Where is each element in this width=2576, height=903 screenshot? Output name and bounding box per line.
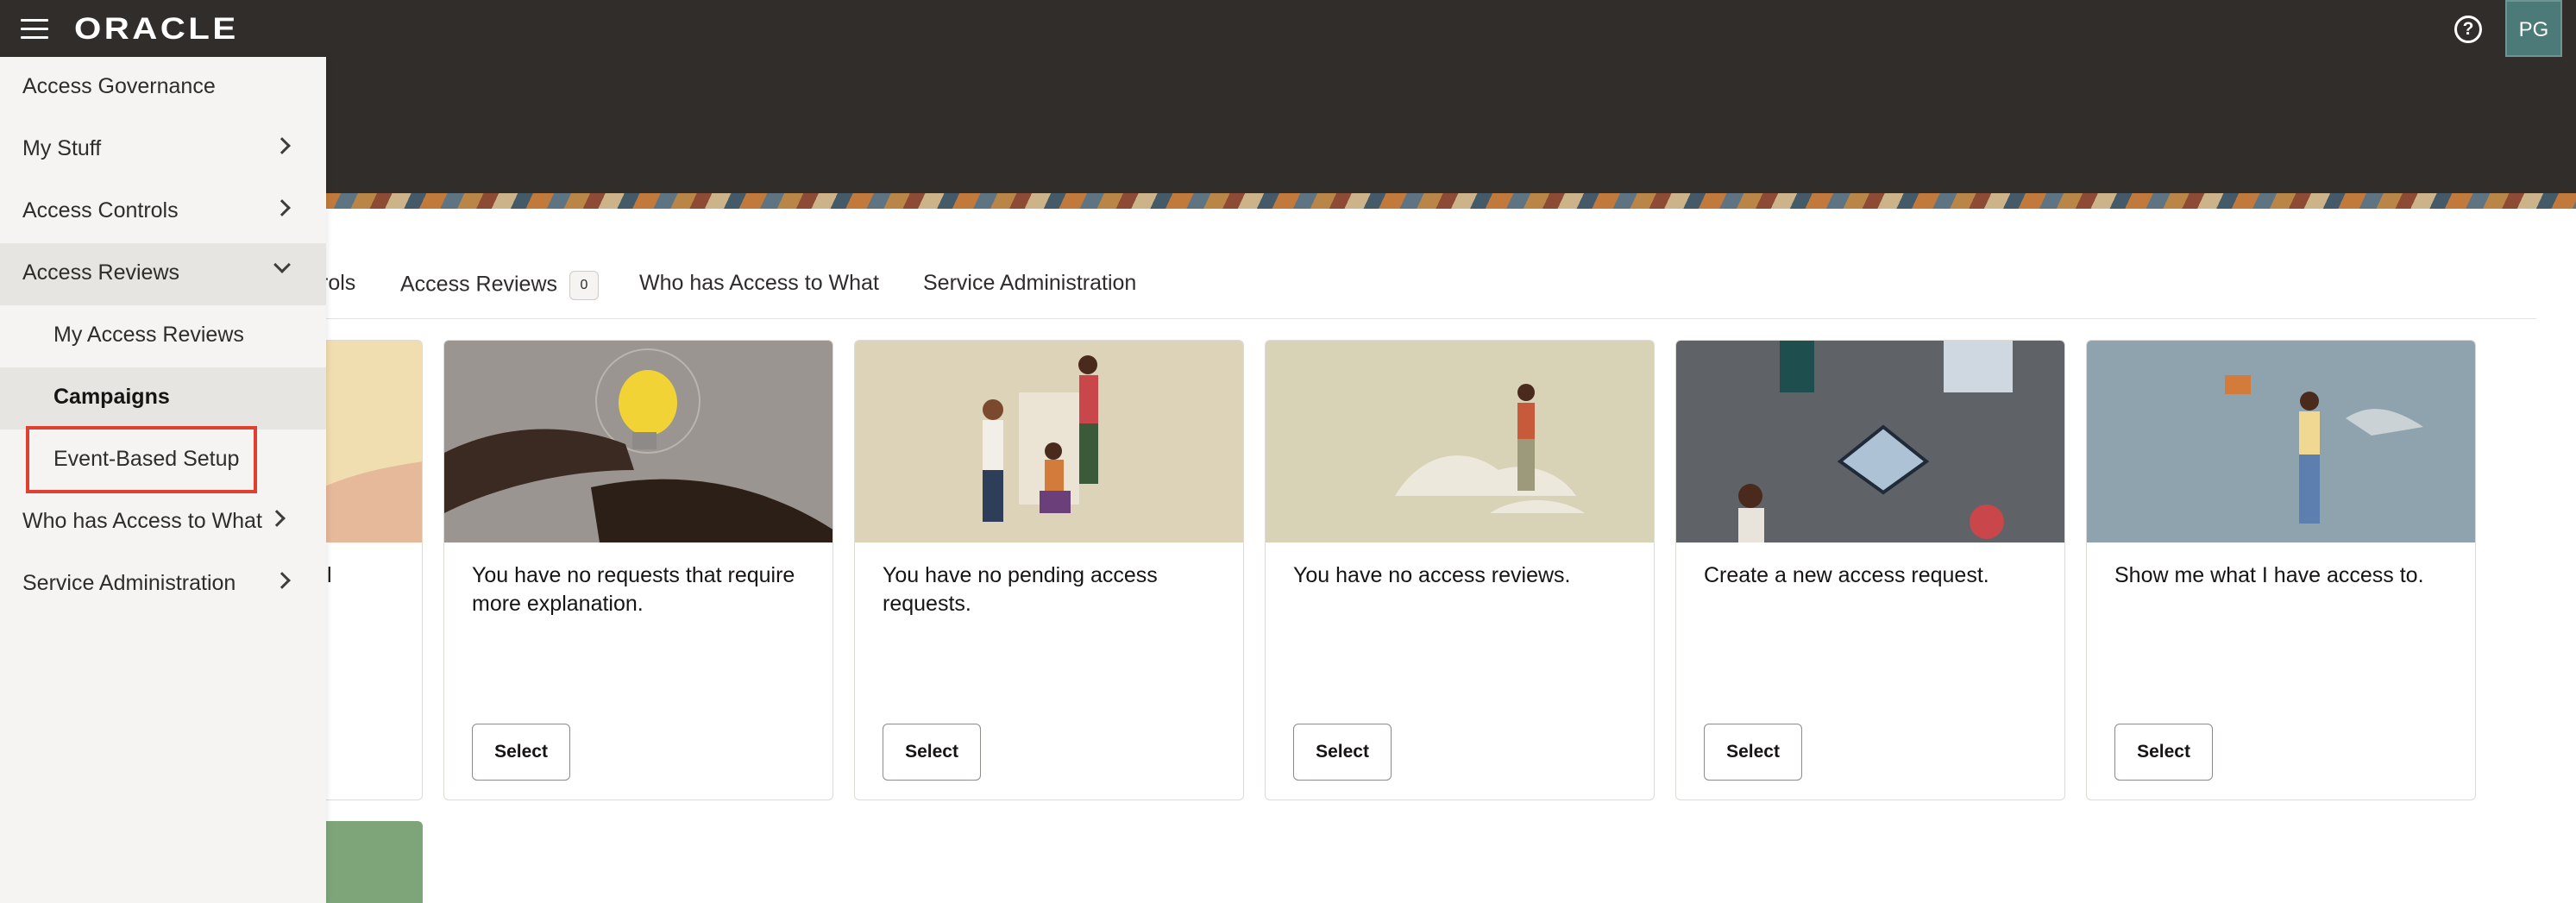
select-button[interactable]: Select bbox=[883, 724, 981, 781]
card-pending-requests: You have no pending access requests. Sel… bbox=[854, 340, 1244, 800]
nav-label: My Stuff bbox=[22, 136, 102, 160]
avatar[interactable]: PG bbox=[2505, 0, 2562, 57]
select-button[interactable]: Select bbox=[472, 724, 570, 781]
card-text: Create a new access request. bbox=[1704, 563, 1989, 587]
select-button[interactable]: Select bbox=[1293, 724, 1392, 781]
card-new-request: Create a new access request. Select bbox=[1675, 340, 2065, 800]
chevron-down-icon bbox=[273, 256, 291, 273]
select-button[interactable]: Select bbox=[1704, 724, 1802, 781]
highlight-box bbox=[26, 426, 257, 493]
nav-access-reviews[interactable]: Access Reviews bbox=[0, 243, 326, 305]
nav-access-governance[interactable]: Access Governance bbox=[0, 57, 326, 119]
card-text: You have no requests that require more e… bbox=[472, 563, 795, 616]
nav-my-access-reviews[interactable]: My Access Reviews bbox=[0, 305, 326, 367]
hero-pattern-band bbox=[0, 193, 2576, 209]
nav-label: Campaigns bbox=[53, 385, 170, 409]
card-access-reviews: You have no access reviews. Select bbox=[1265, 340, 1655, 800]
top-bar: ORACLE ? PG bbox=[0, 0, 2576, 57]
tab-service-administration[interactable]: Service Administration bbox=[923, 271, 1136, 296]
chevron-right-icon bbox=[273, 199, 291, 216]
tab-access-controls[interactable]: rols bbox=[321, 271, 355, 296]
help-icon[interactable]: ? bbox=[2454, 16, 2482, 43]
climber-illustration bbox=[1266, 341, 1654, 542]
people-illustration bbox=[855, 341, 1243, 542]
card-text: You have no pending access requests. bbox=[883, 563, 1158, 616]
count-badge: 0 bbox=[569, 271, 599, 300]
card-my-access: Show me what I have access to. Select bbox=[2086, 340, 2476, 800]
tab-access-reviews[interactable]: Access Reviews 0 bbox=[400, 271, 599, 300]
oracle-logo: ORACLE bbox=[74, 12, 239, 46]
chevron-right-icon bbox=[268, 510, 286, 527]
card-text: l bbox=[327, 563, 332, 587]
card-text: Show me what I have access to. bbox=[2114, 563, 2424, 587]
nav-label: Access Controls bbox=[22, 198, 179, 223]
devices-illustration bbox=[1676, 341, 2064, 542]
nav-label: Access Governance bbox=[22, 74, 216, 98]
nav-campaigns[interactable]: Campaigns bbox=[0, 367, 326, 430]
nav-label: Access Reviews bbox=[22, 260, 179, 285]
nav-service-administration[interactable]: Service Administration bbox=[0, 554, 326, 616]
nav-my-stuff[interactable]: My Stuff bbox=[0, 119, 326, 181]
card-text: You have no access reviews. bbox=[1293, 563, 1571, 587]
chevron-right-icon bbox=[273, 137, 291, 154]
tab-bar: rols Access Reviews 0 Who has Access to W… bbox=[0, 259, 2536, 319]
person-laptop-illustration bbox=[2087, 341, 2475, 542]
tab-label: Access Reviews bbox=[400, 272, 557, 297]
select-button[interactable]: Select bbox=[2114, 724, 2213, 781]
nav-label: Service Administration bbox=[22, 571, 236, 595]
tab-who-has-access[interactable]: Who has Access to What bbox=[639, 271, 879, 296]
hamburger-menu-icon[interactable] bbox=[21, 19, 48, 40]
nav-label: Who has Access to What bbox=[22, 509, 262, 533]
navigation-drawer: Access Governance My Stuff Access Contro… bbox=[0, 57, 326, 903]
lightbulb-illustration bbox=[444, 341, 832, 542]
chevron-right-icon bbox=[273, 572, 291, 589]
nav-label: My Access Reviews bbox=[53, 323, 244, 347]
nav-access-controls[interactable]: Access Controls bbox=[0, 181, 326, 243]
nav-who-has-access[interactable]: Who has Access to What bbox=[0, 492, 326, 554]
card-explanation: You have no requests that require more e… bbox=[443, 340, 833, 800]
hero-banner: e bbox=[0, 57, 2576, 193]
